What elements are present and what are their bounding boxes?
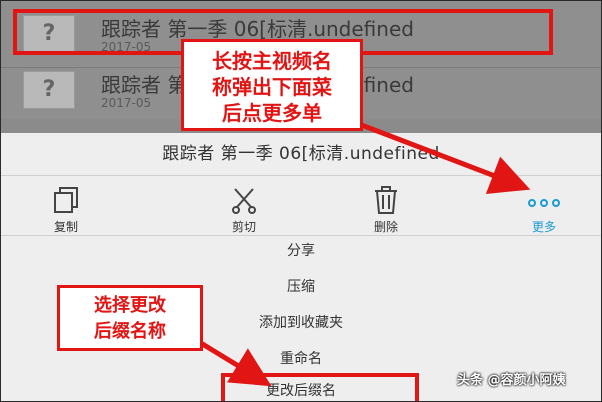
cut-button[interactable]: 剪切 [199, 185, 289, 237]
callout-line: 后缀名称 [94, 321, 166, 342]
callout-line: 后点更多单 [222, 101, 322, 125]
file-date: 2017-05 [101, 96, 152, 110]
delete-button[interactable]: 删除 [341, 185, 431, 237]
copy-button[interactable]: 复制 [21, 185, 111, 237]
more-button[interactable]: 更多 [499, 185, 589, 237]
instruction-callout-bottom: 选择更改 后缀名称 [57, 285, 203, 351]
menu-item-share[interactable]: 分享 [1, 233, 601, 269]
callout-line: 称弹出下面菜 [212, 75, 332, 99]
more-dots-icon [528, 199, 560, 207]
bottom-sheet: 跟踪者 第一季 06[标清.undefined 复制 剪切 删除 更多 分享 压… [1, 133, 601, 401]
sheet-divider [1, 175, 601, 176]
watermark: 头条 @容颜小阿姨 [457, 373, 566, 388]
highlight-box-change-extension [221, 373, 419, 401]
callout-line: 长按主视频名 [212, 49, 332, 73]
screenshot-frame: ? 跟踪者 第一季 06[标清.undefined 2017-05 ? 跟踪者 … [0, 0, 602, 402]
sheet-title: 跟踪者 第一季 06[标清.undefined [162, 144, 440, 164]
trash-icon [375, 186, 397, 214]
file-thumbnail: ? [23, 71, 75, 109]
instruction-callout-top: 长按主视频名 称弹出下面菜 后点更多单 [181, 39, 363, 131]
copy-icon [54, 187, 78, 213]
scissors-icon [232, 188, 256, 214]
callout-line: 选择更改 [94, 295, 166, 316]
